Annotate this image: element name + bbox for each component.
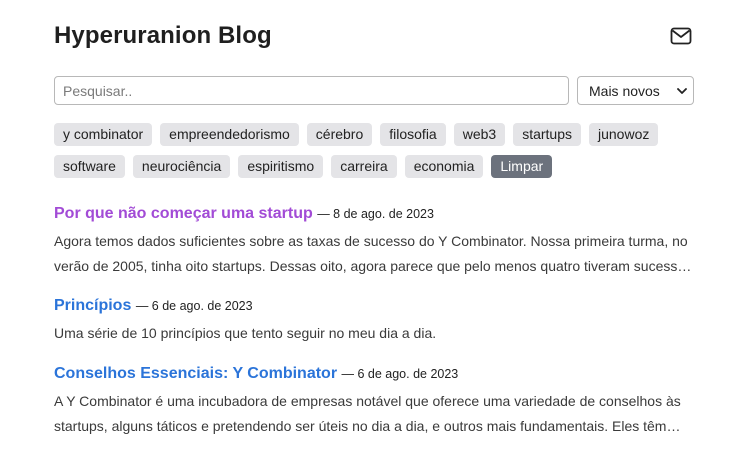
post-item: Princípios — 6 de ago. de 2023 Uma série… bbox=[54, 295, 694, 363]
header: Hyperuranion Blog bbox=[54, 20, 694, 54]
tag-web3[interactable]: web3 bbox=[453, 123, 506, 146]
tag-row-2: software neurociência espiritismo carrei… bbox=[54, 155, 694, 178]
post-excerpt: A Y Combinator é uma incubadora de empre… bbox=[54, 389, 694, 439]
post-title-link[interactable]: Por que não começar uma startup bbox=[54, 205, 313, 222]
tag-carreira[interactable]: carreira bbox=[331, 155, 397, 178]
tag-filosofia[interactable]: filosofia bbox=[380, 123, 446, 146]
chevron-down-icon bbox=[677, 88, 687, 94]
post-excerpt: Uma série de 10 princípios que tento seg… bbox=[54, 321, 694, 346]
tag-espiritismo[interactable]: espiritismo bbox=[238, 155, 324, 178]
tag-junowoz[interactable]: junowoz bbox=[589, 123, 659, 146]
tag-software[interactable]: software bbox=[54, 155, 125, 178]
post-excerpt-line: verão de 2005, tinha oito startups. Dess… bbox=[54, 258, 692, 274]
post-list: Por que não começar uma startup — 8 de a… bbox=[54, 203, 694, 439]
mail-icon[interactable] bbox=[670, 26, 692, 46]
post-excerpt-line: Uma série de 10 princípios que tento seg… bbox=[54, 325, 437, 341]
post-title-link[interactable]: Princípios bbox=[54, 297, 131, 314]
sort-selected-value: Mais novos bbox=[589, 82, 660, 99]
search-input[interactable] bbox=[54, 76, 569, 105]
post-excerpt-line: Agora temos dados suficientes sobre as t… bbox=[54, 233, 688, 249]
tag-y-combinator[interactable]: y combinator bbox=[54, 123, 153, 146]
clear-tags-button[interactable]: Limpar bbox=[491, 155, 553, 178]
post-item: Por que não começar uma startup — 8 de a… bbox=[54, 203, 694, 295]
post-excerpt-line: startups, alguns táticos e pretendendo s… bbox=[54, 418, 681, 434]
post-date: — 6 de ago. de 2023 bbox=[341, 367, 459, 381]
tag-startups[interactable]: startups bbox=[513, 123, 581, 146]
blog-title[interactable]: Hyperuranion Blog bbox=[54, 20, 694, 52]
sort-select[interactable]: Mais novos bbox=[577, 76, 694, 105]
tag-cerebro[interactable]: cérebro bbox=[306, 123, 373, 146]
post-excerpt-line: A Y Combinator é uma incubadora de empre… bbox=[54, 393, 681, 409]
tag-empreendedorismo[interactable]: empreendedorismo bbox=[160, 123, 299, 146]
post-excerpt: Agora temos dados suficientes sobre as t… bbox=[54, 229, 694, 279]
tag-filter: y combinator empreendedorismo cérebro fi… bbox=[54, 123, 694, 187]
post-date: — 6 de ago. de 2023 bbox=[135, 299, 253, 313]
blog-page: Hyperuranion Blog Mais novos y combinato… bbox=[0, 0, 751, 452]
post-date: — 8 de ago. de 2023 bbox=[317, 207, 434, 221]
tag-economia[interactable]: economia bbox=[404, 155, 484, 178]
tag-row-1: y combinator empreendedorismo cérebro fi… bbox=[54, 123, 694, 146]
post-title-link[interactable]: Conselhos Essenciais: Y Combinator bbox=[54, 365, 337, 382]
search-row: Mais novos bbox=[54, 76, 694, 106]
tag-neurociencia[interactable]: neurociência bbox=[132, 155, 231, 178]
post-item: Conselhos Essenciais: Y Combinator — 6 d… bbox=[54, 363, 694, 439]
